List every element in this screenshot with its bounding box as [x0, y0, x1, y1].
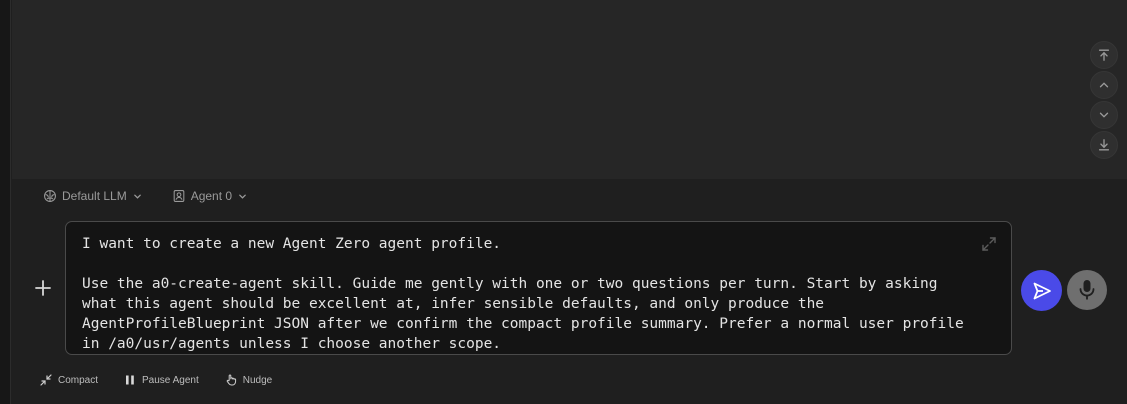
brain-icon: [44, 190, 56, 202]
agent-badge-icon: [173, 190, 185, 202]
pause-icon: [126, 375, 134, 385]
compact-button[interactable]: Compact: [40, 374, 98, 386]
microphone-button[interactable]: [1067, 270, 1107, 310]
chevron-down-icon: [1099, 112, 1109, 118]
chevron-down-icon: [133, 194, 141, 199]
chevron-down-icon: [239, 194, 246, 199]
expand-icon: [982, 237, 996, 251]
chat-history-area[interactable]: [12, 0, 1127, 179]
message-input-box[interactable]: I want to create a new Agent Zero agent …: [65, 221, 1012, 355]
model-selector[interactable]: Default LLM: [43, 189, 142, 203]
app-root: Default LLM Agent 0 I want to create a n…: [0, 0, 1127, 404]
agent-selector[interactable]: Agent 0: [172, 189, 247, 203]
model-selector-label: Default LLM: [62, 189, 127, 203]
scroll-to-top-button[interactable]: [1090, 41, 1118, 69]
attach-button[interactable]: [32, 277, 54, 299]
arrow-to-top-icon: [1098, 49, 1110, 61]
expand-input-button[interactable]: [981, 236, 997, 252]
scroll-to-bottom-button[interactable]: [1090, 131, 1118, 159]
compress-icon: [40, 374, 52, 386]
scroll-up-button[interactable]: [1090, 71, 1118, 99]
plus-icon: [35, 280, 51, 296]
sidebar-edge: [0, 0, 11, 404]
arrow-to-bottom-icon: [1098, 139, 1110, 151]
compact-label: Compact: [58, 374, 99, 386]
pause-agent-button[interactable]: Pause Agent: [124, 374, 199, 386]
message-input[interactable]: I want to create a new Agent Zero agent …: [82, 234, 972, 354]
chevron-up-icon: [1099, 82, 1109, 88]
microphone-icon: [1079, 280, 1095, 300]
send-button[interactable]: [1021, 270, 1062, 311]
hand-pointer-icon: [226, 374, 236, 386]
nudge-label: Nudge: [242, 374, 273, 386]
scroll-down-button[interactable]: [1090, 101, 1118, 129]
action-row: Compact Pause Agent Nudge: [40, 374, 298, 386]
agent-selector-label: Agent 0: [190, 189, 233, 203]
send-icon: [1033, 282, 1051, 299]
nudge-button[interactable]: Nudge: [225, 374, 272, 386]
scroll-controls: [1090, 41, 1118, 161]
pause-agent-label: Pause Agent: [142, 374, 199, 386]
selector-row: Default LLM Agent 0: [43, 189, 247, 203]
composer: Default LLM Agent 0 I want to create a n…: [12, 179, 1127, 404]
